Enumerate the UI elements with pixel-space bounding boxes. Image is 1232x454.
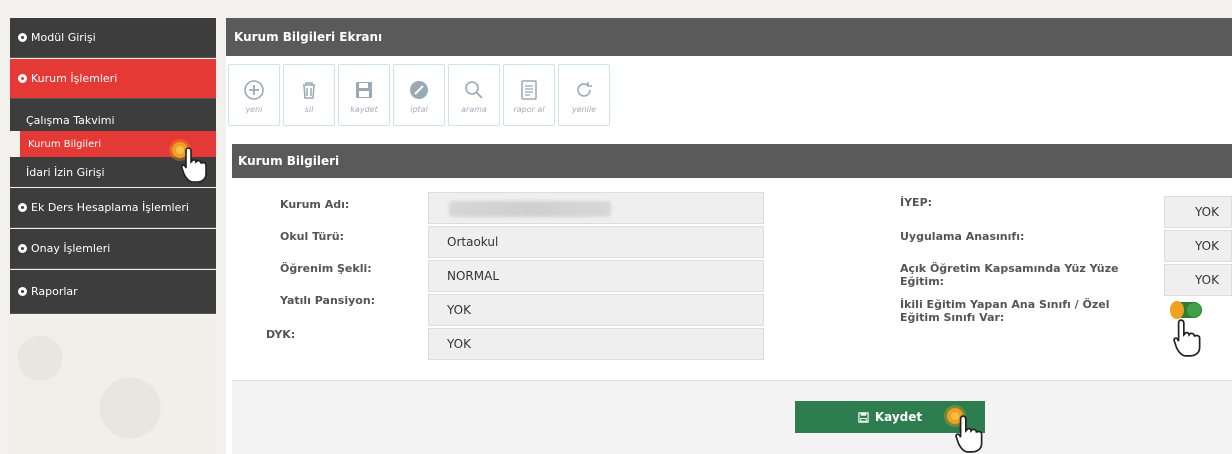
save-toolbar-button[interactable]: kaydet [338, 64, 390, 126]
toggle-knob [1187, 303, 1201, 317]
label-iyep: İYEP: [900, 196, 933, 209]
new-button-label: yeni [245, 104, 263, 114]
label-yatili-pansiyon: Yatılı Pansiyon: [280, 294, 376, 307]
sidebar-subitem-label: Çalışma Takvimi [26, 113, 115, 127]
hand-cursor-icon [180, 147, 207, 183]
sidebar-subitem-label: Kurum Bilgileri [28, 138, 102, 150]
click-indicator [1170, 301, 1184, 319]
refresh-button[interactable]: yenile [558, 64, 610, 126]
cancel-icon [410, 80, 428, 99]
sidebar-subitem-label: İdari İzin Girişi [26, 165, 105, 179]
sidebar-item-label: Onay İşlemleri [31, 242, 111, 255]
bullet-icon [18, 203, 27, 212]
refresh-button-label: yenile [571, 104, 597, 114]
label-uygulama-anasinifi: Uygulama Anasınıfı: [900, 230, 1025, 243]
delete-button-label: sil [304, 104, 314, 114]
label-acik-ogretim: Açık Öğretim Kapsamında Yüz Yüze Eğitim: [900, 262, 1119, 288]
sidebar-item-label: Ek Ders Hesaplama İşlemleri [31, 201, 189, 214]
search-button[interactable]: arama [448, 64, 500, 126]
floppy-icon [356, 81, 372, 98]
label-kurum-adi: Kurum Adı: [280, 198, 350, 211]
yatili-pansiyon-field[interactable]: YOK [428, 294, 764, 326]
sidebar-item-raporlar[interactable]: Raporlar [10, 270, 216, 314]
label-ogrenim-sekli: Öğrenim Şekli: [280, 262, 372, 275]
label-okul-turu: Okul Türü: [280, 230, 345, 243]
footer-panel: Kaydet [232, 380, 1232, 454]
bullet-icon [18, 33, 27, 42]
report-icon [521, 79, 537, 100]
acik-ogretim-field[interactable]: YOK [1164, 264, 1232, 296]
kurum-adi-field[interactable] [428, 192, 764, 224]
search-button-label: arama [461, 104, 487, 114]
cancel-button-label: iptal [410, 104, 428, 114]
label-ikili-egitim: İkili Eğitim Yapan Ana Sınıfı / Özel Eği… [900, 298, 1110, 324]
ikili-egitim-toggle[interactable] [1170, 301, 1202, 319]
bullet-icon [18, 244, 27, 253]
report-button-label: rapor al [513, 104, 545, 114]
page-title: Kurum Bilgileri Ekranı [226, 18, 1232, 56]
sidebar-item-modul-girisi[interactable]: Modül Girişi [10, 18, 216, 58]
cancel-button[interactable]: iptal [393, 64, 445, 126]
label-dyk: DYK: [266, 328, 296, 341]
section-header: Kurum Bilgileri [232, 144, 1232, 178]
redacted-value [449, 201, 611, 217]
bullet-icon [18, 287, 27, 296]
sidebar-item-ek-ders[interactable]: Ek Ders Hesaplama İşlemleri [10, 188, 216, 228]
sidebar: Modül Girişi Kurum İşlemleri Çalışma Tak… [10, 18, 216, 454]
dyk-field[interactable]: YOK [428, 328, 764, 360]
refresh-icon [577, 81, 592, 97]
sidebar-item-onay[interactable]: Onay İşlemleri [10, 229, 216, 269]
sidebar-background-pattern [10, 318, 216, 454]
plus-circle-icon [244, 79, 264, 100]
delete-button[interactable]: sil [283, 64, 335, 126]
sidebar-item-label: Raporlar [31, 285, 78, 298]
bullet-icon [18, 74, 27, 83]
report-button[interactable]: rapor al [503, 64, 555, 126]
ogrenim-sekli-field[interactable]: NORMAL [428, 260, 764, 292]
trash-icon [303, 81, 315, 99]
save-toolbar-label: kaydet [350, 104, 378, 114]
okul-turu-field[interactable]: Ortaokul [428, 226, 764, 258]
main-content: Kurum Bilgileri Ekranı yeni sil kaydet i… [226, 18, 1232, 454]
floppy-icon [858, 411, 869, 423]
sidebar-item-label: Kurum İşlemleri [31, 72, 118, 85]
form-area: Kurum Adı: Okul Türü: Öğrenim Şekli: Yat… [232, 178, 1232, 380]
sidebar-item-kurum-islemleri[interactable]: Kurum İşlemleri [10, 59, 216, 99]
sidebar-item-label: Modül Girişi [31, 31, 96, 44]
hand-cursor-icon [955, 415, 983, 453]
sidebar-subitem-calisma-takvimi[interactable]: Çalışma Takvimi [10, 99, 216, 131]
new-button[interactable]: yeni [228, 64, 280, 126]
iyep-field[interactable]: YOK [1164, 196, 1232, 228]
uygulama-anasinifi-field[interactable]: YOK [1164, 230, 1232, 262]
search-icon [465, 80, 483, 99]
save-button-label: Kaydet [874, 410, 923, 424]
hand-cursor-icon [1173, 319, 1201, 357]
toolbar: yeni sil kaydet iptal arama rapor al yen… [228, 64, 610, 126]
